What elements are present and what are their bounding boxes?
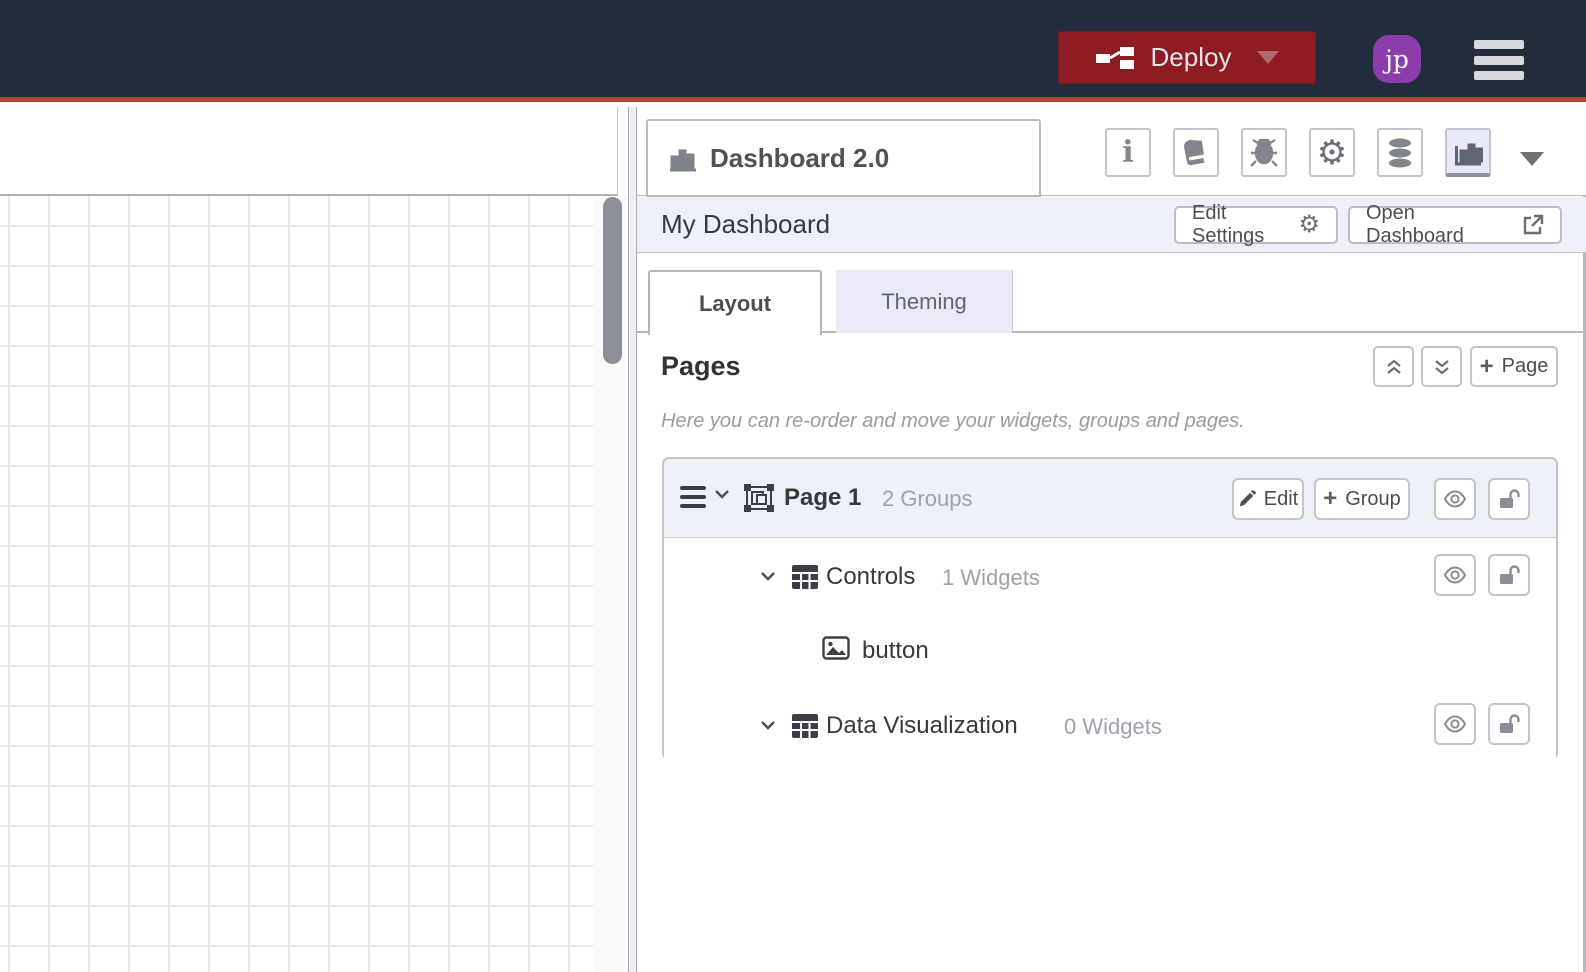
sidebar-header: Dashboard 2.0 i ⚙ (637, 107, 1586, 197)
hamburger-menu-icon[interactable] (1474, 40, 1524, 80)
widget-row-button[interactable]: button (664, 613, 1556, 688)
page-name: Page 1 (784, 484, 862, 511)
unlock-icon (1498, 564, 1520, 586)
page-card: Page 1 2 Groups Edit + Group Controls 1 … (662, 457, 1558, 760)
add-page-button[interactable]: + Page (1470, 346, 1558, 387)
deploy-button[interactable]: Deploy (1058, 31, 1316, 84)
deploy-icon (1095, 46, 1135, 70)
group-lock-button[interactable] (1488, 554, 1530, 596)
edit-settings-label: Edit Settings (1192, 202, 1265, 247)
deploy-caret-icon[interactable] (1257, 51, 1280, 64)
chevron-down-icon[interactable] (760, 571, 776, 582)
tab-theming[interactable]: Theming (836, 270, 1013, 333)
sidebar-menu-caret-icon[interactable] (1520, 152, 1544, 166)
config-tool-button[interactable]: ⚙ (1309, 128, 1355, 177)
chart-icon (668, 144, 698, 172)
chart-icon (1453, 138, 1483, 166)
pencil-icon (1238, 490, 1256, 508)
dashboard-title: My Dashboard (661, 209, 831, 239)
info-icon: i (1122, 135, 1134, 170)
group-widget-count: 1 Widgets (942, 565, 1040, 590)
object-group-icon (744, 484, 774, 512)
debug-tool-button[interactable] (1241, 128, 1287, 177)
group-widget-count: 0 Widgets (1064, 714, 1162, 739)
layout-theming-tabbar: Layout Theming (637, 253, 1586, 335)
group-visibility-button[interactable] (1434, 554, 1476, 596)
context-tool-button[interactable] (1377, 128, 1423, 177)
edit-page-label: Edit (1263, 487, 1299, 510)
deploy-label: Deploy (1150, 42, 1232, 72)
drag-handle-icon[interactable] (680, 486, 706, 508)
plus-icon: + (1479, 352, 1494, 380)
pages-heading: Pages (661, 351, 741, 381)
add-group-label: Group (1345, 487, 1401, 510)
widget-name: button (862, 637, 929, 664)
external-link-icon (1522, 214, 1544, 236)
unlock-icon (1498, 713, 1520, 735)
chevron-down-icon[interactable] (714, 489, 730, 500)
open-dashboard-button[interactable]: Open Dashboard (1348, 202, 1562, 247)
vertical-scrollbar[interactable] (603, 197, 622, 364)
open-dashboard-label: Open Dashboard (1366, 202, 1464, 247)
tab-layout[interactable]: Layout (648, 270, 822, 335)
gear-icon: ⚙ (1298, 211, 1320, 238)
eye-icon (1443, 490, 1467, 508)
dashboard-tool-button[interactable] (1445, 128, 1491, 177)
info-tool-button[interactable]: i (1105, 128, 1151, 177)
page-group-count: 2 Groups (882, 486, 973, 511)
double-chevron-up-icon (1384, 357, 1404, 377)
table-icon (792, 565, 818, 589)
user-avatar[interactable]: jp (1373, 35, 1421, 83)
database-icon (1386, 138, 1414, 168)
group-visibility-button[interactable] (1434, 703, 1476, 745)
edit-settings-button[interactable]: Edit Settings ⚙ (1174, 202, 1338, 247)
group-name: Controls (826, 563, 916, 590)
top-navbar: Deploy jp (0, 0, 1586, 102)
eye-icon (1443, 566, 1467, 584)
chevron-down-icon[interactable] (760, 720, 776, 731)
dashboard-panel-bar: My Dashboard Edit Settings ⚙ Open Dashbo… (637, 197, 1586, 253)
flow-canvas[interactable] (0, 196, 593, 972)
plus-icon: + (1323, 485, 1338, 512)
page-lock-button[interactable] (1488, 478, 1530, 520)
gear-icon: ⚙ (1316, 133, 1348, 172)
book-icon (1183, 139, 1209, 167)
pages-description: Here you can re-order and move your widg… (661, 410, 1245, 432)
page-visibility-button[interactable] (1434, 478, 1476, 520)
help-tool-button[interactable] (1173, 128, 1219, 177)
table-icon (792, 714, 818, 738)
sidebar-tab-dashboard[interactable]: Dashboard 2.0 (646, 119, 1041, 197)
node-red-editor: Deploy jp + (0, 0, 1586, 972)
collapse-all-button[interactable] (1373, 346, 1414, 387)
sidebar: Dashboard 2.0 i ⚙ My Dashboard Edit Sett… (637, 107, 1586, 972)
double-chevron-down-icon (1432, 357, 1452, 377)
group-name: Data Visualization (826, 712, 1018, 739)
image-icon (822, 636, 850, 660)
edit-page-button[interactable]: Edit (1232, 478, 1304, 520)
group-row-data-visualization[interactable]: Data Visualization 0 Widgets (664, 688, 1556, 760)
group-lock-button[interactable] (1488, 703, 1530, 745)
sidebar-resize-divider[interactable] (628, 107, 637, 972)
page-row[interactable]: Page 1 2 Groups Edit + Group (664, 459, 1556, 538)
flow-tab-bar: + (0, 107, 618, 279)
add-page-label: Page (1501, 355, 1549, 377)
group-row-controls[interactable]: Controls 1 Widgets (664, 539, 1556, 613)
avatar-initials: jp (1385, 44, 1409, 74)
unlock-icon (1498, 488, 1520, 510)
eye-icon (1443, 715, 1467, 733)
sidebar-tab-title: Dashboard 2.0 (710, 142, 890, 173)
expand-all-button[interactable] (1421, 346, 1462, 387)
add-group-button[interactable]: + Group (1314, 478, 1410, 520)
bug-icon (1249, 138, 1279, 167)
